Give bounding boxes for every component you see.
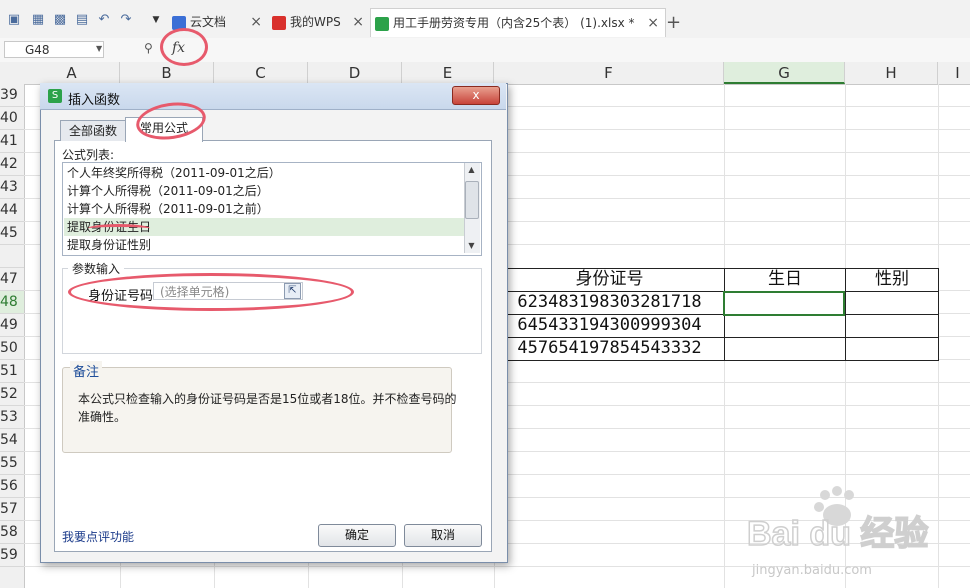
row-header[interactable]: 44 <box>0 199 24 222</box>
print-icon[interactable]: ▩ <box>52 12 68 28</box>
close-tab-icon[interactable]: × <box>352 8 364 36</box>
annotation-ring <box>160 28 208 66</box>
search-icon[interactable]: ⚲ <box>144 41 153 55</box>
gender-cell[interactable] <box>845 291 939 315</box>
id-number-cell[interactable]: 645433194300999304 <box>494 314 725 338</box>
row-header[interactable]: 58 <box>0 521 24 544</box>
cancel-button[interactable]: 取消 <box>404 524 482 547</box>
row-header[interactable]: 49 <box>0 314 24 337</box>
row-header[interactable]: 39 <box>0 84 24 107</box>
list-item[interactable]: 计算个人所得税（2011-09-01之前） <box>67 200 461 218</box>
row-header[interactable]: 54 <box>0 429 24 452</box>
wps-sheet-logo-icon: S <box>48 89 62 103</box>
redo-icon[interactable]: ↷ <box>118 12 134 28</box>
chevron-down-icon[interactable]: ▼ <box>96 44 102 53</box>
wps-logo-icon <box>272 15 286 30</box>
dialog-close-button[interactable]: x <box>452 86 500 105</box>
row-header[interactable]: 55 <box>0 452 24 475</box>
row-header[interactable]: 59 <box>0 544 24 567</box>
row-header[interactable]: 48 <box>0 291 24 314</box>
column-header[interactable]: H <box>845 62 938 84</box>
list-item[interactable]: 计算个人所得税（2011-09-01之后） <box>67 182 461 200</box>
row-header[interactable]: 47 <box>0 268 24 291</box>
watermark-url: jingyan.baidu.com <box>752 563 872 578</box>
table-header-id[interactable]: 身份证号 <box>494 268 725 292</box>
row-header[interactable]: 50 <box>0 337 24 360</box>
row-header[interactable]: 42 <box>0 153 24 176</box>
formula-list-label: 公式列表: <box>62 148 115 162</box>
column-header[interactable]: F <box>494 62 724 84</box>
column-header[interactable]: C <box>214 62 308 84</box>
name-box[interactable]: G48 <box>4 41 104 58</box>
tab-my-wps[interactable]: 我的WPS × <box>268 8 370 36</box>
scroll-down-icon[interactable]: ▼ <box>464 239 479 253</box>
column-header[interactable]: E <box>402 62 494 84</box>
row-header[interactable]: 52 <box>0 383 24 406</box>
row-header[interactable]: 56 <box>0 475 24 498</box>
review-link[interactable]: 我要点评功能 <box>62 528 134 545</box>
column-header[interactable]: D <box>308 62 402 84</box>
ok-button[interactable]: 确定 <box>318 524 396 547</box>
row-header[interactable]: 57 <box>0 498 24 521</box>
export-icon[interactable]: ▦ <box>30 12 46 28</box>
row-header[interactable]: 53 <box>0 406 24 429</box>
id-number-cell[interactable]: 457654197854543332 <box>494 337 725 361</box>
gender-cell[interactable] <box>845 314 939 338</box>
undo-icon[interactable]: ↶ <box>96 12 112 28</box>
annotation-underline <box>88 224 150 233</box>
annotation-ring <box>68 273 354 311</box>
parameter-group-label: 参数输入 <box>68 260 125 277</box>
column-header[interactable]: G <box>724 62 845 84</box>
dialog-title: 插入函数 <box>68 93 121 108</box>
gender-cell[interactable] <box>845 337 939 361</box>
column-header[interactable]: I <box>938 62 970 84</box>
birthday-cell[interactable] <box>724 314 846 338</box>
row-header[interactable]: 45 <box>0 222 24 245</box>
print-preview-icon[interactable]: ▤ <box>74 12 90 28</box>
note-text: 本公式只检查输入的身份证号码是否是15位或者18位。并不检查号码的准确性。 <box>78 392 457 424</box>
tab-all-functions[interactable]: 全部函数 <box>60 120 126 141</box>
sheet-icon <box>375 16 389 31</box>
close-tab-icon[interactable]: × <box>647 9 659 37</box>
id-number-cell[interactable]: 623483198303281718 <box>494 291 725 315</box>
row-header[interactable] <box>0 245 24 268</box>
list-item[interactable]: 个人年终奖所得税（2011-09-01之后） <box>67 164 461 182</box>
row-header[interactable]: 40 <box>0 107 24 130</box>
row-header[interactable]: 51 <box>0 360 24 383</box>
close-tab-icon[interactable]: × <box>250 8 262 36</box>
table-header-birthday[interactable]: 生日 <box>724 268 846 292</box>
new-tab-button[interactable]: + <box>666 12 681 33</box>
dropdown-arrow-icon[interactable]: ▼ <box>148 12 164 28</box>
birthday-cell[interactable] <box>724 337 846 361</box>
formula-list[interactable]: 个人年终奖所得税（2011-09-01之后） 计算个人所得税（2011-09-0… <box>62 162 482 256</box>
tab-current-file[interactable]: 用工手册劳资专用（内含25个表） (1).xlsx * × <box>370 8 666 37</box>
list-item[interactable]: 提取身份证性别 <box>67 236 461 254</box>
watermark-brand: Bai du 经验 <box>747 514 928 553</box>
save-icon[interactable]: ▣ <box>6 12 22 28</box>
column-header[interactable]: A <box>24 62 120 84</box>
note-label: 备注 <box>70 361 103 380</box>
scroll-up-icon[interactable]: ▲ <box>464 163 479 177</box>
row-header[interactable]: 41 <box>0 130 24 153</box>
selected-cell-outline <box>723 291 845 316</box>
column-header[interactable]: B <box>120 62 214 84</box>
row-header[interactable]: 43 <box>0 176 24 199</box>
table-header-gender[interactable]: 性别 <box>845 268 939 292</box>
scrollbar-thumb[interactable] <box>465 181 479 219</box>
